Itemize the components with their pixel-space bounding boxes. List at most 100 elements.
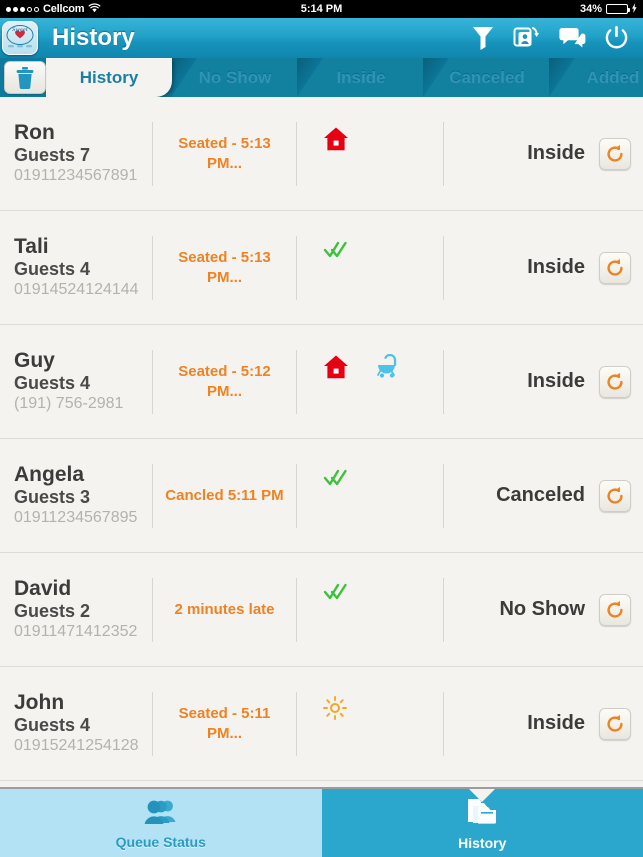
guest-count: Guests 3 bbox=[14, 486, 91, 507]
refresh-icon[interactable] bbox=[599, 365, 631, 398]
status-badge: Inside bbox=[527, 712, 585, 734]
attribute-icons-cell bbox=[297, 350, 443, 414]
status-badge: Inside bbox=[527, 256, 585, 278]
attribute-icons-cell bbox=[297, 692, 443, 756]
tab-label: History bbox=[79, 67, 139, 87]
status-cell: Inside bbox=[444, 707, 643, 740]
house-icon bbox=[323, 126, 349, 157]
navigation-actions bbox=[471, 25, 643, 51]
guest-name: Tali bbox=[14, 234, 49, 258]
folder-icon bbox=[465, 796, 499, 833]
status-bar-time: 5:14 PM bbox=[300, 3, 343, 15]
status-cell: Canceled bbox=[444, 479, 643, 512]
bottom-tab-label: History bbox=[458, 834, 507, 851]
status-bar-right: 34% bbox=[579, 2, 637, 16]
history-list[interactable]: Ron Guests 7 01911234567891 Seated - 5:13 P… bbox=[0, 97, 643, 787]
guest-info-cell: David Guests 2 01911471412352 bbox=[0, 577, 152, 643]
status-badge: Canceled bbox=[496, 484, 585, 506]
refresh-icon[interactable] bbox=[599, 707, 631, 740]
double-check-icon bbox=[323, 468, 349, 493]
status-time: Seated - 5:13 PM... bbox=[178, 249, 271, 286]
navigation-bar: Sweet History bbox=[0, 18, 643, 58]
house-icon bbox=[323, 354, 349, 385]
svg-text:Sweet: Sweet bbox=[12, 27, 29, 33]
tab-added[interactable]: Added bbox=[550, 58, 643, 97]
table-row[interactable]: Angela Guests 3 01911234567895 Cancled 5:11… bbox=[0, 439, 643, 553]
attribute-icons-cell bbox=[297, 236, 443, 300]
table-row[interactable]: Guy Guests 4 (191) 756-2981 Seated - 5:12 P… bbox=[0, 325, 643, 439]
guest-name: Angela bbox=[14, 462, 85, 486]
guest-info-cell: Ron Guests 7 01911234567891 bbox=[0, 121, 152, 187]
guest-name: John bbox=[14, 690, 65, 714]
guest-info-cell: Tali Guests 4 01914524124144 bbox=[0, 235, 152, 301]
bottom-tab-queue-status[interactable]: Queue Status bbox=[0, 789, 322, 857]
tab-inside[interactable]: Inside bbox=[298, 58, 424, 97]
tab-list: History No Show Inside Canceled Added bbox=[46, 58, 643, 97]
tab-label: Added bbox=[586, 67, 640, 87]
guest-name: Guy bbox=[14, 348, 55, 372]
contact-transfer-icon[interactable] bbox=[513, 25, 541, 51]
guest-name: David bbox=[14, 576, 72, 600]
status-time: Seated - 5:13 PM... bbox=[178, 135, 271, 172]
tab-label: No Show bbox=[198, 67, 272, 87]
refresh-icon[interactable] bbox=[599, 251, 631, 284]
page-title: History bbox=[52, 24, 135, 51]
people-icon bbox=[142, 797, 180, 832]
refresh-icon[interactable] bbox=[599, 137, 631, 170]
guest-phone: 01911234567891 bbox=[14, 167, 138, 185]
guest-count: Guests 4 bbox=[14, 714, 91, 735]
status-badge: Inside bbox=[527, 370, 585, 392]
trash-icon[interactable] bbox=[4, 61, 46, 94]
guest-name: Ron bbox=[14, 120, 55, 144]
guest-phone: 01914524124144 bbox=[14, 281, 139, 299]
double-check-icon bbox=[323, 582, 349, 607]
table-row[interactable]: Tali Guests 4 01914524124144 Seated - 5:13 … bbox=[0, 211, 643, 325]
attribute-icons-cell bbox=[297, 122, 443, 186]
attribute-icons-cell bbox=[297, 464, 443, 528]
battery-icon bbox=[606, 4, 630, 14]
guest-info-cell: Guy Guests 4 (191) 756-2981 bbox=[0, 349, 152, 415]
guest-phone: 01911471412352 bbox=[14, 623, 138, 641]
refresh-icon[interactable] bbox=[599, 479, 631, 512]
bottom-tab-label: Queue Status bbox=[115, 833, 206, 850]
table-row[interactable]: Ron Guests 7 01911234567891 Seated - 5:13 P… bbox=[0, 97, 643, 211]
status-badge: Inside bbox=[527, 142, 585, 164]
status-time: 2 minutes late bbox=[174, 600, 275, 618]
tab-canceled[interactable]: Canceled bbox=[424, 58, 550, 97]
guest-phone: (191) 756-2981 bbox=[14, 395, 124, 413]
tab-strip: History No Show Inside Canceled Added bbox=[0, 58, 643, 97]
guest-phone: 01915241254128 bbox=[14, 737, 139, 755]
filter-icon[interactable] bbox=[471, 25, 495, 51]
power-icon[interactable] bbox=[604, 25, 629, 51]
status-cell: Inside bbox=[444, 365, 643, 398]
guest-info-cell: Angela Guests 3 01911234567895 bbox=[0, 463, 152, 529]
tab-label: Inside bbox=[336, 67, 386, 87]
status-time: Cancled 5:11 PM bbox=[165, 486, 284, 504]
battery-percent-label: 34% bbox=[579, 3, 602, 15]
guest-phone: 01911234567895 bbox=[14, 509, 138, 527]
sun-icon bbox=[323, 695, 347, 725]
status-time: Seated - 5:11 PM... bbox=[178, 705, 271, 742]
guest-count: Guests 7 bbox=[14, 144, 91, 165]
tab-no-show[interactable]: No Show bbox=[172, 58, 298, 97]
guest-info-cell: John Guests 4 01915241254128 bbox=[0, 691, 152, 757]
guest-count: Guests 2 bbox=[14, 600, 91, 621]
chat-icon[interactable] bbox=[559, 26, 586, 50]
bottom-tab-history[interactable]: History bbox=[321, 789, 643, 857]
stroller-icon bbox=[375, 353, 401, 383]
attribute-icons-cell bbox=[297, 578, 443, 642]
guest-count: Guests 4 bbox=[14, 258, 91, 279]
double-check-icon bbox=[323, 240, 349, 265]
charging-bolt-icon bbox=[632, 2, 637, 16]
tab-label: Canceled bbox=[449, 67, 525, 87]
app-logo-icon[interactable]: Sweet bbox=[2, 21, 38, 55]
tab-history[interactable]: History bbox=[46, 58, 172, 97]
status-time: Seated - 5:12 PM... bbox=[178, 363, 271, 400]
bottom-tab-bar: Queue Status History bbox=[0, 787, 643, 857]
table-row[interactable]: David Guests 2 01911471412352 2 minutes lat… bbox=[0, 553, 643, 667]
status-cell: No Show bbox=[444, 593, 643, 626]
status-badge: No Show bbox=[499, 598, 585, 620]
status-cell: Inside bbox=[444, 251, 643, 284]
table-row[interactable]: John Guests 4 01915241254128 Seated - 5:11 … bbox=[0, 667, 643, 781]
refresh-icon[interactable] bbox=[599, 593, 631, 626]
